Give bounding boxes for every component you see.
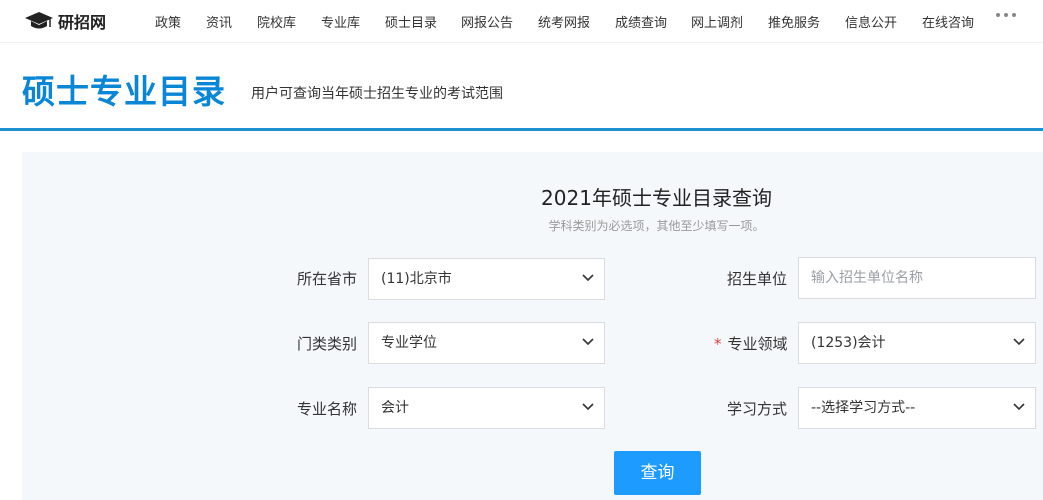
- major-select[interactable]: 会计: [368, 387, 605, 429]
- site-logo[interactable]: 研招网: [24, 8, 106, 34]
- category-select-value: 专业学位: [381, 335, 437, 351]
- institution-input[interactable]: 输入招生单位名称: [798, 257, 1036, 299]
- page-subtitle: 用户可查询当年硕士招生专业的考试范围: [251, 86, 503, 102]
- required-mark: *: [714, 335, 722, 353]
- query-button[interactable]: 查询: [614, 451, 701, 495]
- field-area-select[interactable]: (1253)会计: [798, 322, 1036, 364]
- study-mode-label: 学习方式: [727, 400, 788, 418]
- chevron-down-icon: [1013, 403, 1025, 411]
- chevron-down-icon: [582, 274, 594, 282]
- nav-item-registration-notice[interactable]: 网报公告: [461, 12, 513, 31]
- province-select[interactable]: (11)北京市: [368, 258, 605, 300]
- nav-item-exam-registration[interactable]: 统考网报: [538, 12, 590, 31]
- nav-item-score-query[interactable]: 成绩查询: [615, 12, 667, 31]
- brand-name: 研招网: [58, 13, 107, 32]
- institution-input-placeholder: 输入招生单位名称: [811, 270, 923, 286]
- category-select[interactable]: 专业学位: [368, 322, 605, 364]
- graduation-cap-icon: [25, 12, 53, 29]
- more-dots-icon[interactable]: [996, 13, 1016, 17]
- nav-item-recommendation[interactable]: 推免服务: [768, 12, 820, 31]
- field-area-select-value: (1253)会计: [811, 335, 886, 351]
- form-title: 2021年硕士专业目录查询: [541, 186, 772, 210]
- chevron-down-icon: [582, 338, 594, 346]
- nav-item-majors[interactable]: 专业库: [321, 12, 360, 31]
- province-select-value: (11)北京市: [381, 271, 452, 287]
- nav-item-institutions[interactable]: 院校库: [257, 12, 296, 31]
- major-label: 专业名称: [297, 400, 358, 418]
- nav-item-master-catalog[interactable]: 硕士目录: [385, 12, 437, 31]
- page-header: 硕士专业目录 用户可查询当年硕士招生专业的考试范围: [0, 42, 1043, 129]
- form-hint: 学科类别为必选项，其他至少填写一项。: [548, 219, 765, 233]
- header-divider: [0, 128, 1043, 131]
- field-area-label: * 专业领域: [714, 333, 788, 354]
- category-label: 门类类别: [297, 335, 358, 353]
- chevron-down-icon: [582, 403, 594, 411]
- chevron-down-icon: [1013, 338, 1025, 346]
- nav-item-news[interactable]: 资讯: [206, 12, 232, 31]
- nav-item-adjustment[interactable]: 网上调剂: [691, 12, 743, 31]
- study-mode-select-value: --选择学习方式--: [811, 400, 916, 416]
- top-nav-bar: 研招网 政策 资讯 院校库 专业库 硕士目录 网报公告 统考网报 成绩查询 网上…: [0, 0, 1043, 42]
- study-mode-select[interactable]: --选择学习方式--: [798, 387, 1036, 429]
- nav-item-online-consult[interactable]: 在线咨询: [922, 12, 974, 31]
- major-select-value: 会计: [381, 400, 409, 416]
- field-area-label-text: 专业领域: [727, 335, 788, 353]
- page-title: 硕士专业目录: [22, 72, 226, 111]
- province-label: 所在省市: [297, 270, 358, 288]
- institution-label: 招生单位: [727, 270, 788, 288]
- nav-item-policy[interactable]: 政策: [155, 12, 181, 31]
- nav-item-info-disclosure[interactable]: 信息公开: [845, 12, 897, 31]
